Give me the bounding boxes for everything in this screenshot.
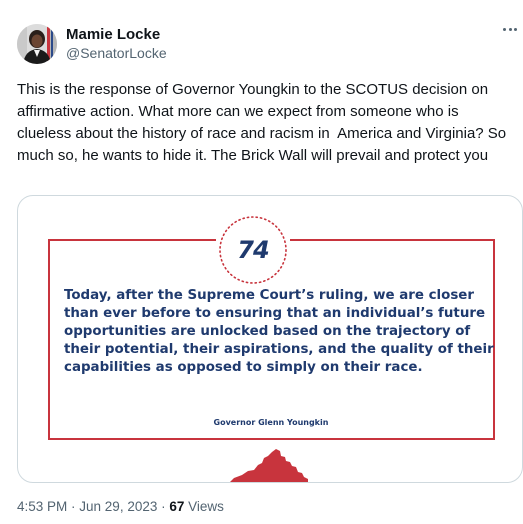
tweet-date: Jun 29, 2023: [79, 499, 158, 514]
seal-badge: 74: [216, 213, 290, 287]
views-count: 67: [169, 499, 185, 514]
avatar[interactable]: [17, 24, 57, 64]
tweet-time: 4:53 PM: [17, 499, 68, 514]
author-display-name[interactable]: Mamie Locke: [66, 25, 167, 44]
tweet-header: Mamie Locke @SenatorLocke: [17, 24, 167, 64]
meta-separator: ·: [157, 499, 170, 514]
tweet-time-link[interactable]: 4:53 PM · Jun 29, 2023: [17, 499, 157, 514]
more-options-icon: [503, 27, 506, 31]
tweet-text: This is the response of Governor Youngki…: [17, 81, 511, 164]
virginia-state-icon: [230, 449, 308, 482]
more-options-icon-dot: [508, 27, 512, 31]
more-options-button[interactable]: [503, 22, 517, 36]
meta-separator: ·: [67, 499, 80, 514]
author-names: Mamie Locke @SenatorLocke: [66, 25, 167, 63]
author-handle[interactable]: @SenatorLocke: [66, 44, 167, 63]
tweet-media-image[interactable]: 74 Today, after the Supreme Court’s ruli…: [17, 195, 523, 483]
views-link[interactable]: 67 Views: [169, 499, 224, 514]
quote-attribution: Governor Glenn Youngkin: [213, 418, 329, 427]
avatar-photo: [17, 24, 57, 64]
views-label: Views: [188, 499, 224, 514]
quote-text: Today, after the Supreme Court’s ruling,…: [64, 288, 494, 375]
more-options-icon-dot: [514, 27, 517, 31]
seal-number: 74: [237, 236, 269, 264]
tweet-meta: 4:53 PM · Jun 29, 2023 · 67 Views: [17, 498, 224, 516]
